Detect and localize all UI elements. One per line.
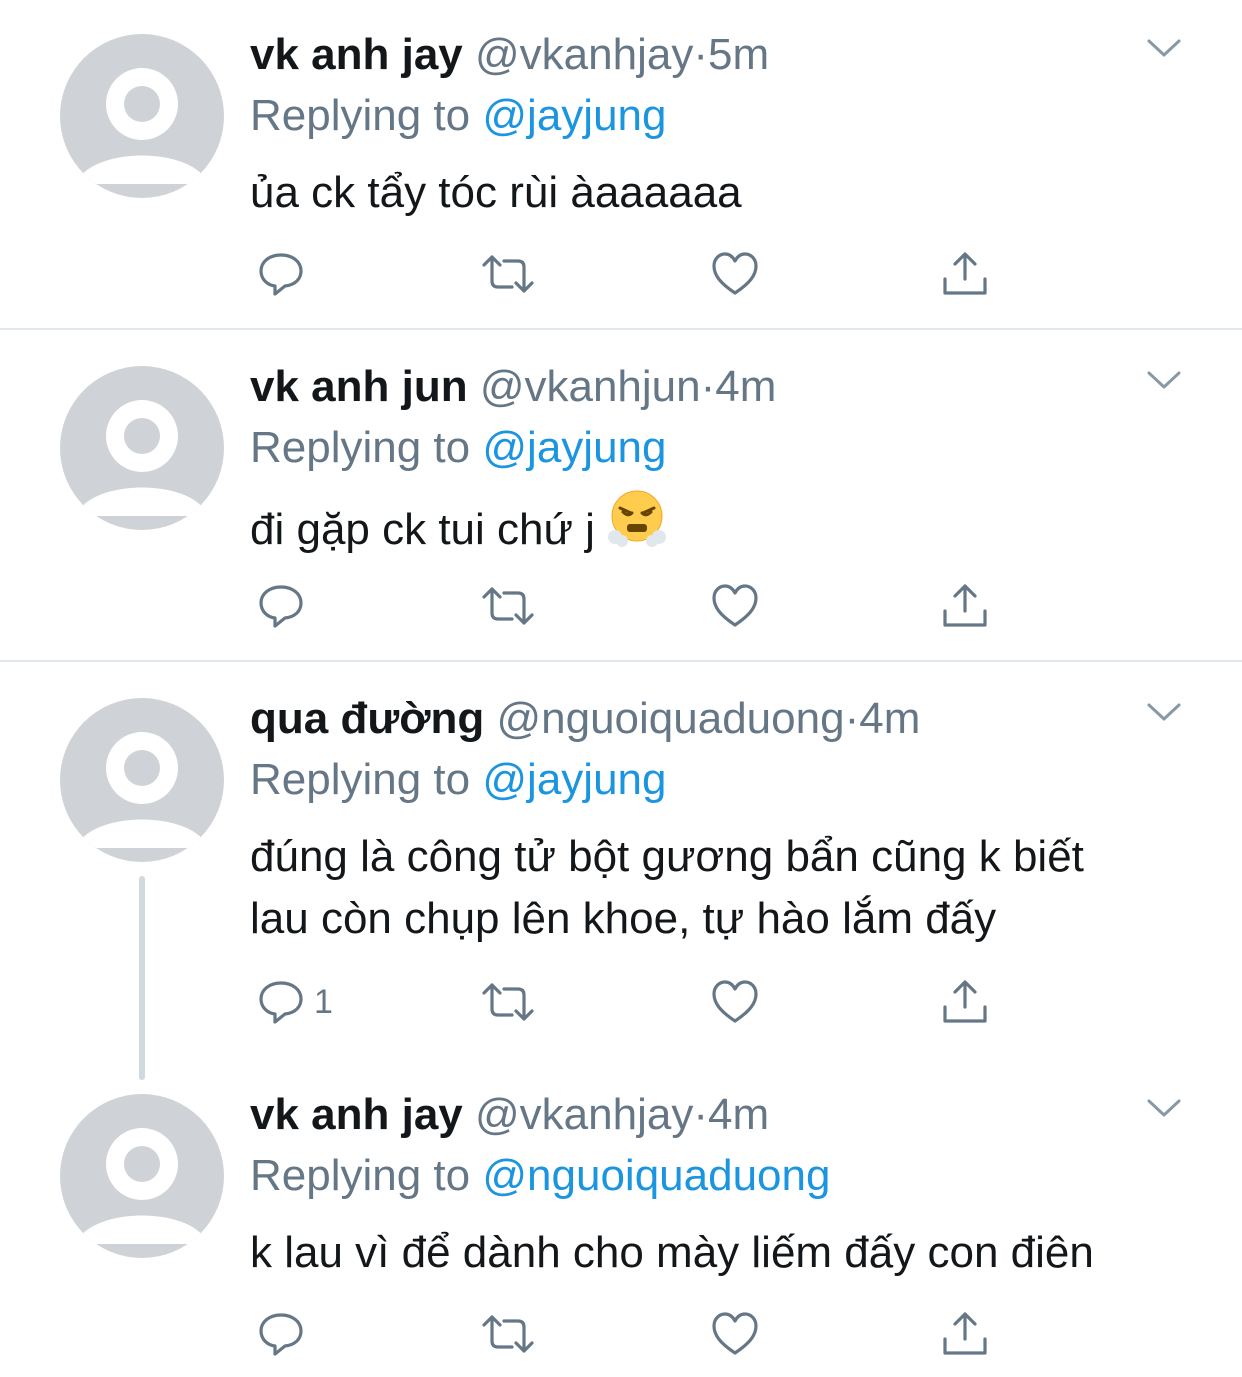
mention-link[interactable]: @nguoiquaduong <box>482 1151 830 1200</box>
separator-dot: · <box>693 1090 708 1139</box>
tweet-divider <box>0 328 1242 330</box>
like-icon <box>712 980 758 1023</box>
reply-button[interactable]: 1 <box>256 974 333 1030</box>
reply-icon <box>259 585 303 628</box>
chevron-down-icon[interactable] <box>1146 700 1182 724</box>
replying-to-label: Replying to <box>250 91 471 140</box>
avatar[interactable] <box>60 366 224 530</box>
display-name[interactable]: vk anh jay <box>250 1090 463 1139</box>
share-button[interactable] <box>940 974 990 1030</box>
steam-face-emoji-icon <box>607 488 667 565</box>
share-icon <box>943 980 987 1023</box>
tweet-text: k lau vì để dành cho mày liếm đấy con đi… <box>250 1222 1210 1284</box>
share-icon <box>943 584 987 627</box>
user-handle[interactable]: @nguoiquaduong <box>496 694 844 743</box>
replying-to-label: Replying to <box>250 755 471 804</box>
reply-icon <box>259 981 303 1024</box>
share-icon <box>943 252 987 295</box>
retweet-button[interactable] <box>480 578 536 634</box>
tweet-header: qua đường @nguoiquaduong·4m <box>250 688 920 750</box>
replying-to-label: Replying to <box>250 1151 471 1200</box>
like-button[interactable] <box>710 578 760 634</box>
default-avatar-icon <box>76 1128 208 1244</box>
tweet-divider <box>0 660 1242 662</box>
default-avatar-icon <box>76 732 208 848</box>
tweet-text: đi gặp ck tui chứ j <box>250 490 1210 571</box>
replying-to: Replying to @nguoiquaduong <box>250 1146 830 1206</box>
mention-link[interactable]: @jayjung <box>482 755 666 804</box>
share-button[interactable] <box>940 578 990 634</box>
avatar[interactable] <box>60 34 224 198</box>
share-button[interactable] <box>940 246 990 302</box>
retweet-icon <box>482 255 534 293</box>
mention-link[interactable]: @jayjung <box>482 423 666 472</box>
mention-link[interactable]: @jayjung <box>482 91 666 140</box>
tweet-text-line: đi gặp ck tui chứ j <box>250 505 595 555</box>
like-button[interactable] <box>710 974 760 1030</box>
timestamp[interactable]: 5m <box>708 30 769 79</box>
retweet-button[interactable] <box>480 1306 536 1362</box>
chevron-down-icon[interactable] <box>1146 368 1182 392</box>
separator-dot: · <box>700 362 716 411</box>
share-button[interactable] <box>940 1306 990 1362</box>
replying-to: Replying to @jayjung <box>250 750 666 810</box>
reply-icon <box>259 1313 303 1356</box>
tweet-4[interactable]: vk anh jay @vkanhjay·4m Replying to @ngu… <box>0 1084 1242 1377</box>
avatar[interactable] <box>60 698 224 862</box>
share-icon <box>943 1312 987 1355</box>
like-icon <box>712 1312 758 1355</box>
tweet-text-line: ủa ck tẩy tóc rùi àaaaaaa <box>250 168 742 217</box>
tweet-text-line: lau còn chụp lên khoe, tự hào lắm đấy <box>250 894 997 943</box>
default-avatar-icon <box>76 400 208 516</box>
reply-count: 1 <box>314 982 333 1021</box>
like-icon <box>712 252 758 295</box>
retweet-button[interactable] <box>480 974 536 1030</box>
action-bar <box>250 1306 1010 1362</box>
tweet-text: đúng là công tử bột gương bẩn cũng k biế… <box>250 826 1210 950</box>
like-button[interactable] <box>710 1306 760 1362</box>
display-name[interactable]: qua đường <box>250 694 484 743</box>
retweet-icon <box>482 1315 534 1353</box>
chevron-down-icon[interactable] <box>1146 36 1182 60</box>
action-bar: 1 <box>250 974 1010 1030</box>
retweet-icon <box>482 983 534 1021</box>
tweet-text-line: đúng là công tử bột gương bẩn cũng k biế… <box>250 832 1084 881</box>
replying-to: Replying to @jayjung <box>250 418 666 478</box>
display-name[interactable]: vk anh jay <box>250 30 463 79</box>
tweet-3[interactable]: qua đường @nguoiquaduong·4m Replying to … <box>0 688 1242 1080</box>
timestamp[interactable]: 4m <box>859 694 920 743</box>
reply-button[interactable] <box>256 578 306 634</box>
user-handle[interactable]: @vkanhjay <box>475 30 693 79</box>
reply-button[interactable] <box>256 1306 306 1362</box>
reply-icon <box>259 253 303 296</box>
tweet-header: vk anh jay @vkanhjay·4m <box>250 1084 769 1146</box>
tweet-text-line: k lau vì để dành cho mày liếm đấy con đi… <box>250 1228 1094 1277</box>
replying-to-label: Replying to <box>250 423 471 472</box>
tweet-1[interactable]: vk anh jay @vkanhjay·5m Replying to @jay… <box>0 24 1242 330</box>
timestamp[interactable]: 4m <box>708 1090 769 1139</box>
avatar[interactable] <box>60 1094 224 1258</box>
reply-button[interactable] <box>256 246 306 302</box>
retweet-button[interactable] <box>480 246 536 302</box>
retweet-icon <box>482 587 534 625</box>
default-avatar-icon <box>76 68 208 184</box>
like-button[interactable] <box>710 246 760 302</box>
tweet-header: vk anh jun @vkanhjun·4m <box>250 356 776 418</box>
tweet-header: vk anh jay @vkanhjay·5m <box>250 24 769 86</box>
action-bar <box>250 578 1010 634</box>
replying-to: Replying to @jayjung <box>250 86 666 146</box>
display-name[interactable]: vk anh jun <box>250 362 468 411</box>
chevron-down-icon[interactable] <box>1146 1096 1182 1120</box>
user-handle[interactable]: @vkanhjun <box>480 362 701 411</box>
tweet-text: ủa ck tẩy tóc rùi àaaaaaa <box>250 162 1210 224</box>
action-bar <box>250 246 1010 302</box>
tweet-2[interactable]: vk anh jun @vkanhjun·4m Replying to @jay… <box>0 356 1242 660</box>
separator-dot: · <box>844 694 860 743</box>
timestamp[interactable]: 4m <box>715 362 776 411</box>
thread-connector-line <box>139 876 145 1080</box>
separator-dot: · <box>693 30 708 79</box>
like-icon <box>712 584 758 627</box>
user-handle[interactable]: @vkanhjay <box>475 1090 693 1139</box>
